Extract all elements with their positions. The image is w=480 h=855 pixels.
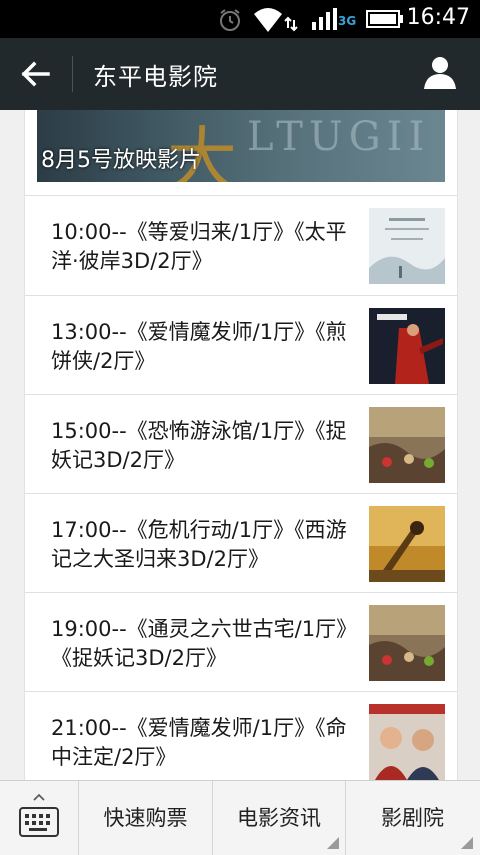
tab-quick-ticket[interactable]: 快速购票 xyxy=(79,781,213,855)
network-type: 3G xyxy=(338,14,357,28)
content-panel: 大 LTUGII 8月5号放映影片 10:00--《等爱归来/1厅》《太平洋·彼… xyxy=(24,110,458,780)
app-bar: 东平电影院 xyxy=(0,38,480,110)
keyboard-icon xyxy=(19,807,59,837)
battery-icon xyxy=(366,10,403,28)
back-arrow-icon[interactable] xyxy=(18,56,54,92)
showtime-text: 10:00--《等爱归来/1厅》《太平洋·彼岸3D/2厅》 xyxy=(51,220,347,273)
tab-movie-news[interactable]: 电影资讯 xyxy=(213,781,346,855)
list-item[interactable]: 17:00--《危机行动/1厅》《西游记之大圣归来3D/2厅》 xyxy=(25,494,457,593)
banner-art-text: LTUGII xyxy=(247,114,431,160)
submenu-indicator-icon xyxy=(461,837,473,849)
movie-poster xyxy=(369,605,445,681)
movie-poster xyxy=(369,407,445,483)
movie-poster xyxy=(369,704,445,780)
banner[interactable]: 大 LTUGII 8月5号放映影片 xyxy=(37,110,445,182)
wifi-icon xyxy=(254,8,298,32)
tab-label: 电影资讯 xyxy=(237,806,321,830)
movie-poster xyxy=(369,506,445,582)
movie-poster xyxy=(369,208,445,284)
user-icon[interactable] xyxy=(422,54,458,90)
clock: 16:47 xyxy=(406,5,470,30)
list-item[interactable]: 19:00--《通灵之六世古宅/1厅》《捉妖记3D/2厅》 xyxy=(25,593,457,692)
tab-label: 影剧院 xyxy=(381,806,444,830)
keyboard-toggle[interactable] xyxy=(0,781,79,855)
status-bar: 3G 16:47 xyxy=(0,0,480,38)
showtime-text: 19:00--《通灵之六世古宅/1厅》《捉妖记3D/2厅》 xyxy=(51,617,347,670)
submenu-indicator-icon xyxy=(327,837,339,849)
bottom-nav: 快速购票 电影资讯 影剧院 xyxy=(0,780,480,855)
list-item[interactable]: 21:00--《爱情魔发师/1厅》《命中注定/2厅》 xyxy=(25,692,457,780)
list-item[interactable]: 10:00--《等爱归来/1厅》《太平洋·彼岸3D/2厅》 xyxy=(25,196,457,295)
header-divider xyxy=(72,56,73,92)
showtime-text: 13:00--《爱情魔发师/1厅》《煎饼侠/2厅》 xyxy=(51,320,347,373)
tab-label: 快速购票 xyxy=(103,806,188,830)
showtime-text: 15:00--《恐怖游泳馆/1厅》《捉妖记3D/2厅》 xyxy=(51,419,347,472)
banner-label: 8月5号放映影片 xyxy=(41,148,201,173)
signal-icon xyxy=(312,8,337,30)
list-item[interactable]: 15:00--《恐怖游泳馆/1厅》《捉妖记3D/2厅》 xyxy=(25,395,457,494)
alarm-icon xyxy=(220,9,240,31)
page-title: 东平电影院 xyxy=(93,63,218,91)
chevron-up-icon xyxy=(33,793,45,801)
showtime-text: 17:00--《危机行动/1厅》《西游记之大圣归来3D/2厅》 xyxy=(51,518,347,571)
list-item[interactable]: 13:00--《爱情魔发师/1厅》《煎饼侠/2厅》 xyxy=(25,296,457,395)
movie-poster xyxy=(369,308,445,384)
showtime-text: 21:00--《爱情魔发师/1厅》《命中注定/2厅》 xyxy=(51,716,347,769)
tab-theater[interactable]: 影剧院 xyxy=(346,781,479,855)
